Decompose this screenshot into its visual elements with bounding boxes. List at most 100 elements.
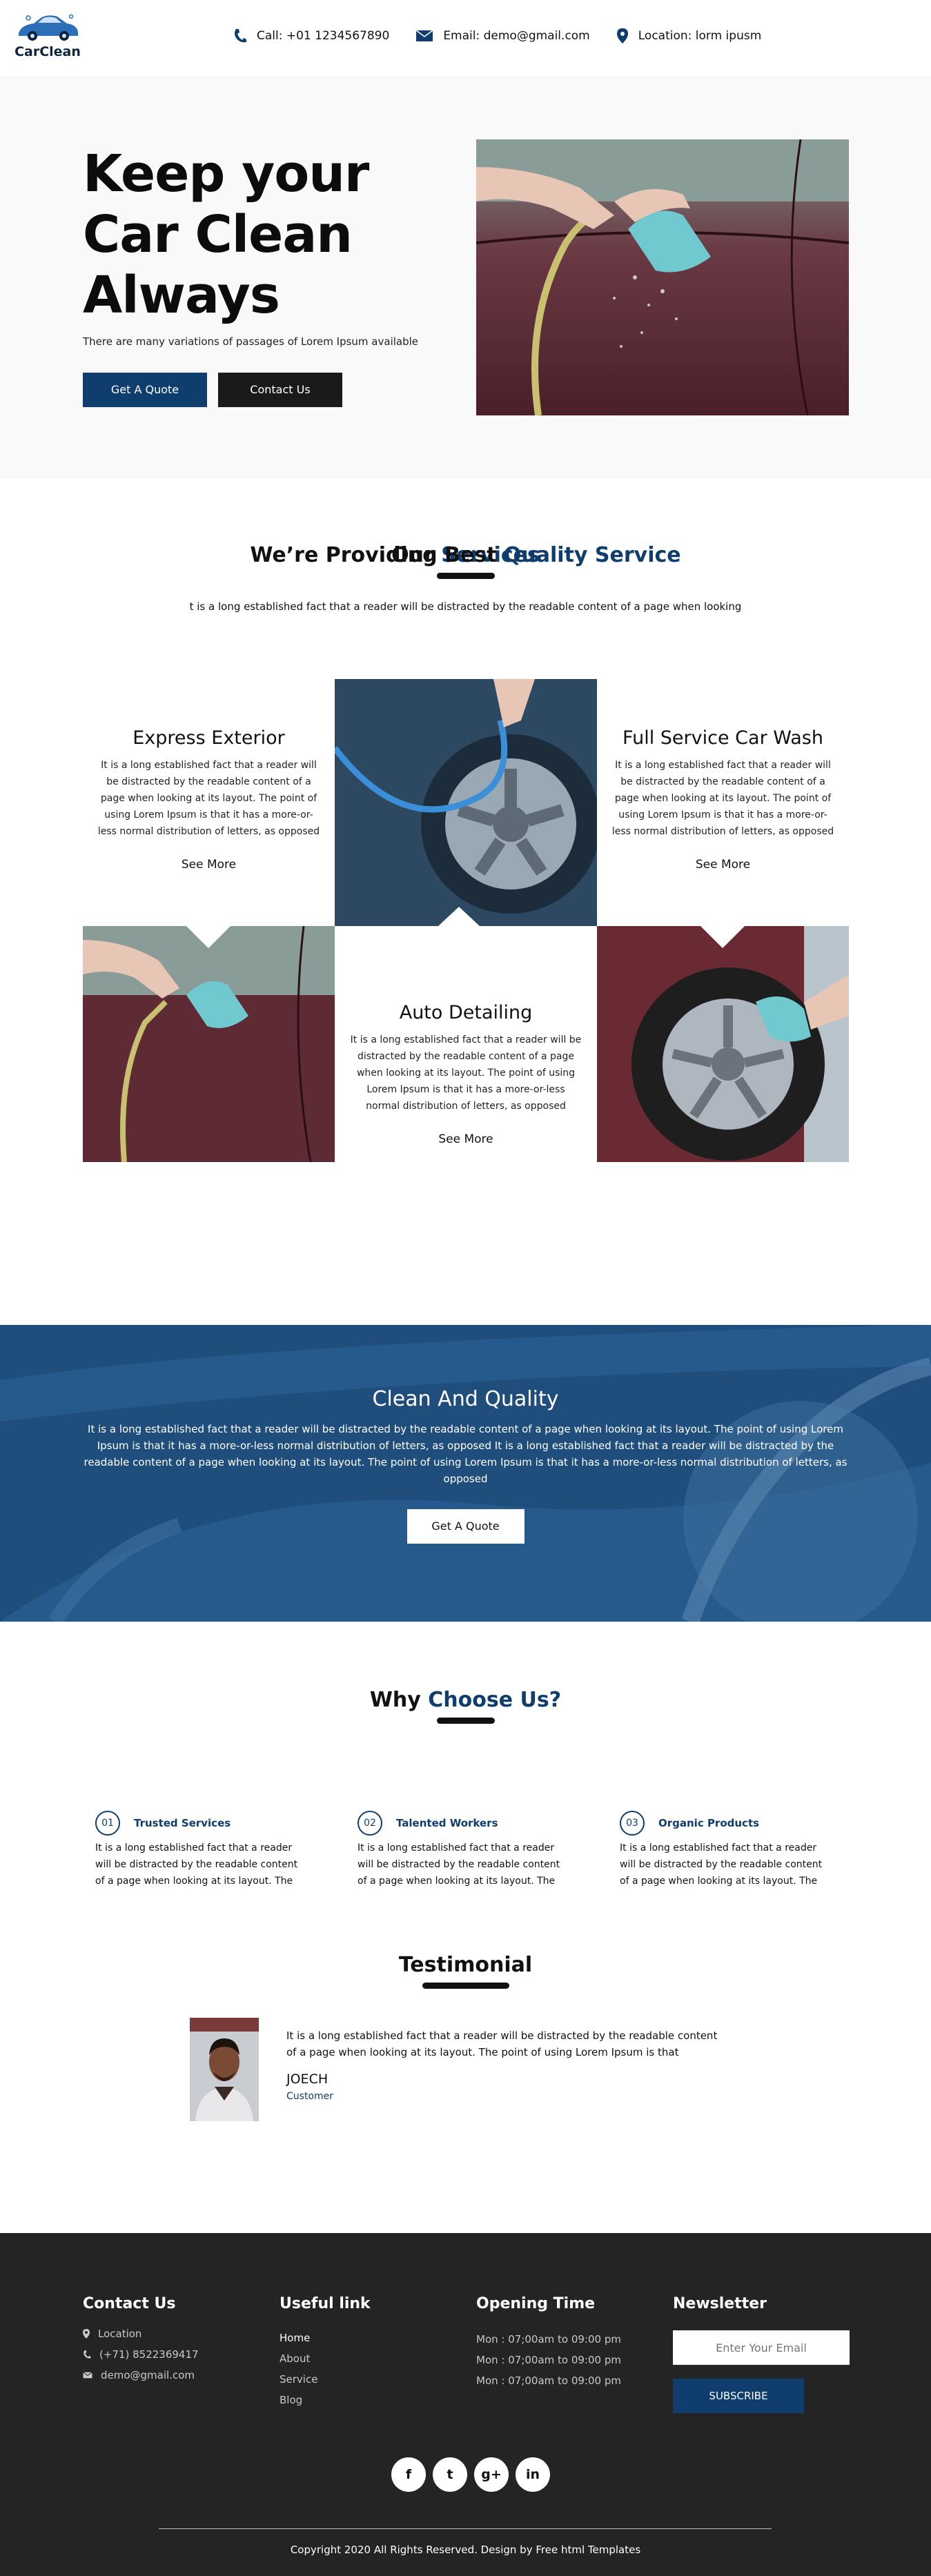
why-heading-a: Why	[369, 1688, 429, 1712]
why-choose-section: Why Choose Us? 01 Trusted Services It is…	[0, 1622, 931, 1953]
footer-phone[interactable]: (+71) 8522369417	[83, 2348, 255, 2361]
service-image-tire-clean	[597, 926, 849, 1162]
google-plus-icon[interactable]: g+	[474, 2457, 509, 2492]
footer-opening-title: Opening Time	[476, 2295, 596, 2312]
header-email[interactable]: Email: demo@gmail.com	[415, 29, 590, 43]
footer-location-text: Location	[98, 2328, 142, 2340]
car-logo-icon	[19, 14, 78, 41]
feature-number: 03	[620, 1811, 645, 1836]
feature-number: 01	[95, 1811, 120, 1836]
testimonial-heading-text: Testimonial	[398, 1953, 533, 1977]
why-heading-b: Choose Us?	[428, 1688, 562, 1712]
service-express-exterior: Express Exterior It is a long establishe…	[83, 679, 335, 926]
service-title: Auto Detailing	[399, 1002, 533, 1023]
customer-role: Customer	[286, 2091, 334, 2102]
opening-hours-row: Mon : 07;00am to 09:00 pm	[476, 2354, 621, 2366]
feature-title: Trusted Services	[134, 1817, 231, 1829]
feature-text: It is a long established fact that a rea…	[95, 1842, 298, 1887]
service-text: It is a long established fact that a rea…	[611, 760, 834, 837]
hero-car-wash-image	[476, 139, 849, 415]
footer-link-home[interactable]: Home	[280, 2332, 452, 2344]
feature-number: 02	[357, 1811, 382, 1836]
site-header: CarClean Call: +01 1234567890 Email: dem…	[0, 0, 931, 76]
social-links: f t g+ in	[391, 2457, 550, 2492]
newsletter-email-input[interactable]	[673, 2330, 850, 2365]
logo[interactable]: CarClean	[10, 12, 86, 59]
service-title: Express Exterior	[133, 727, 285, 749]
hero-subtitle: There are many variations of passages of…	[83, 335, 419, 348]
twitter-icon[interactable]: t	[433, 2457, 467, 2492]
service-auto-detailing: Auto Detailing It is a long established …	[335, 926, 597, 1162]
header-location[interactable]: Location: lorm ipusm	[616, 28, 762, 44]
feature-trusted-services: 01 Trusted Services It is a long establi…	[95, 1811, 357, 1889]
services-grid: Express Exterior It is a long establishe…	[83, 679, 849, 1162]
hero-title: Keep your Car Clean Always	[83, 144, 455, 326]
header-contacts: Call: +01 1234567890 Email: demo@gmail.c…	[233, 28, 787, 44]
footer-links: Useful link Home About Service Blog	[280, 2295, 452, 2415]
service-title: Full Service Car Wash	[623, 727, 823, 749]
testimonial-heading: Testimonial	[0, 1953, 931, 1989]
logo-text: CarClean	[14, 44, 81, 59]
see-more-link[interactable]: See More	[97, 858, 321, 872]
map-pin-icon	[616, 28, 628, 43]
header-call-text: Call: +01 1234567890	[257, 29, 390, 43]
subscribe-button[interactable]: SUBSCRIBE	[673, 2379, 804, 2413]
opening-hours-row: Mon : 07;00am to 09:00 pm	[476, 2375, 621, 2387]
hero-section: Keep your Car Clean Always There are man…	[0, 76, 931, 479]
service-full-wash: Full Service Car Wash It is a long estab…	[597, 679, 849, 926]
footer-link-service[interactable]: Service	[280, 2373, 452, 2386]
hero-title-line: Keep your	[83, 144, 369, 204]
footer-links-title: Useful link	[280, 2295, 371, 2312]
providing-heading-a: We’re Providing Best	[250, 543, 504, 567]
get-quote-button[interactable]: Get A Quote	[83, 373, 207, 407]
footer-email-text: demo@gmail.com	[101, 2369, 195, 2381]
providing-heading: We’re Providing Best Quality Service	[0, 543, 931, 579]
phone-icon	[84, 2350, 91, 2359]
envelope-icon	[83, 2372, 92, 2379]
contact-us-button[interactable]: Contact Us	[218, 373, 342, 407]
heading-underline	[436, 1718, 495, 1724]
why-heading: Why Choose Us?	[0, 1688, 931, 1724]
footer-email[interactable]: demo@gmail.com	[83, 2369, 255, 2381]
footer-location[interactable]: Location	[83, 2328, 255, 2340]
opening-hours-row: Mon : 07;00am to 09:00 pm	[476, 2333, 621, 2346]
header-call[interactable]: Call: +01 1234567890	[233, 28, 389, 43]
site-footer: Contact Us Location (+71) 8522369417 dem…	[0, 2233, 931, 2576]
footer-newsletter-title: Newsletter	[673, 2295, 767, 2312]
services-subtitle: t is a long established fact that a read…	[189, 600, 742, 613]
header-email-text: Email: demo@gmail.com	[443, 29, 590, 43]
hero-title-line: Always	[83, 266, 280, 325]
header-location-text: Location: lorm ipusm	[638, 29, 762, 43]
band-content: Clean And Quality It is a long establish…	[0, 1387, 931, 1544]
service-image-wheel-hose	[335, 679, 597, 926]
footer-opening: Opening Time Mon : 07;00am to 09:00 pm M…	[476, 2295, 649, 2395]
footer-link-about[interactable]: About	[280, 2352, 452, 2365]
feature-organic-products: 03 Organic Products It is a long establi…	[620, 1811, 882, 1889]
heading-underline	[436, 573, 495, 579]
services-section: Our Services t is a long established fac…	[0, 479, 931, 1325]
heading-underline	[422, 1983, 509, 1989]
feature-title: Talented Workers	[396, 1817, 498, 1829]
hero-title-line: Car Clean	[83, 205, 353, 264]
linkedin-icon[interactable]: in	[516, 2457, 550, 2492]
testimonial-section: Testimonial It is a long established fac…	[0, 1953, 931, 2233]
footer-phone-text: (+71) 8522369417	[99, 2348, 199, 2361]
footer-link-blog[interactable]: Blog	[280, 2394, 452, 2406]
copyright-text: Copyright 2020 All Rights Reserved. Desi…	[290, 2544, 641, 2556]
feature-text: It is a long established fact that a rea…	[620, 1842, 823, 1887]
band-text: It is a long established fact that a rea…	[84, 1423, 847, 1485]
footer-divider	[159, 2528, 772, 2529]
service-image-hand-wash	[83, 926, 335, 1162]
see-more-link[interactable]: See More	[349, 1132, 583, 1146]
envelope-icon	[415, 30, 433, 41]
customer-avatar	[190, 2018, 259, 2121]
map-pin-icon	[83, 2329, 90, 2339]
see-more-link[interactable]: See More	[611, 858, 835, 872]
band-get-quote-button[interactable]: Get A Quote	[406, 1509, 525, 1544]
service-text: It is a long established fact that a rea…	[97, 760, 320, 837]
providing-heading-b: Quality Service	[503, 543, 681, 567]
footer-newsletter: Newsletter SUBSCRIBE	[673, 2295, 852, 2413]
facebook-icon[interactable]: f	[391, 2457, 426, 2492]
phone-icon	[235, 29, 246, 43]
band-title: Clean And Quality	[372, 1387, 559, 1411]
